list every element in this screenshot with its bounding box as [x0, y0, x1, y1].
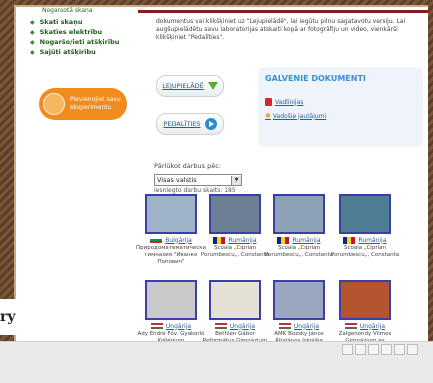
school-name: Scoala „Ciprian Porumbescu„, Constanta — [200, 245, 270, 258]
flag-icon — [214, 322, 227, 330]
experiment-icon — [43, 93, 65, 115]
school-name: Scoala „Ciprian Porumbescu„, Constanta — [330, 245, 400, 258]
submission-card[interactable]: Rumānija Scoala „Ciprian Porumbescu„, Con… — [329, 194, 401, 259]
upload-label: LEJUPIELĀDĒ — [162, 82, 204, 90]
play-icon — [204, 118, 217, 130]
country-link[interactable]: Rumānija — [228, 237, 256, 244]
left-nav: ◆ Skati skaņu ◆ Skaties elektrību ◆ Noga… — [30, 17, 150, 57]
submission-card[interactable]: UngārijaBethlen Gábor Református Gimnázi… — [199, 280, 271, 345]
country-link[interactable]: Ungārija — [360, 323, 385, 330]
country-link[interactable]: Bulgārija — [165, 237, 192, 244]
upload-button[interactable]: LEJUPIELĀDĒ — [156, 75, 224, 97]
flag-icon — [343, 236, 356, 244]
control-button[interactable] — [368, 344, 379, 355]
flag-icon — [344, 322, 357, 330]
nav-item-sajuti-atskiribu[interactable]: ◆ Sajūti atšķirību — [30, 47, 150, 57]
leading-questions-link-label: Vadošie jautājumi — [272, 112, 327, 120]
bullet-icon: ◆ — [30, 18, 35, 26]
submission-count: Iesniegto darbu skaits: 185 — [154, 187, 236, 194]
school-name: Scoala „Ciprian Porumbescu„, Constanta — [264, 245, 334, 258]
bullet-icon: ◆ — [30, 48, 35, 56]
submission-card[interactable]: Rumānija Scoala „Ciprian Porumbescu„, Con… — [199, 194, 271, 259]
intro-text: dokumentus vai klikšķiniet uz "Lejupielā… — [156, 18, 406, 41]
country-filter-value: Visas valstis — [157, 176, 197, 184]
caption-row: Ungārija — [329, 322, 401, 330]
caption-row: Rumānija — [329, 236, 401, 244]
caption-row: Rumānija — [199, 236, 271, 244]
submission-thumbnail[interactable] — [209, 280, 261, 320]
nav-item-nogarso-atskiribu[interactable]: ◆ Nogaršo/ieti atšķirību — [30, 37, 150, 47]
add-experiment-label: Pievienojiet savu eksperimentu — [70, 96, 121, 111]
submission-thumbnail[interactable] — [273, 280, 325, 320]
submission-thumbnail[interactable] — [339, 280, 391, 320]
caption-row: Bulgārija — [135, 236, 207, 244]
filter-label: Pārlūkot darbus pēc: — [154, 162, 221, 170]
overlay-fragment-text: ry — [0, 309, 16, 325]
flag-icon — [277, 236, 290, 244]
nav-item-skaties-elektribu[interactable]: ◆ Skaties elektrību — [30, 27, 150, 37]
submission-card[interactable]: Bulgārija Природоматематическа гимназия "… — [135, 194, 207, 266]
school-name: Природоматематическа гимназия "Иванко По… — [136, 245, 206, 265]
browser-window: Nogarsotā skaņa ◆ Skati skaņu ◆ Skaties … — [14, 5, 428, 373]
guidelines-link[interactable]: Vadlīnijas — [265, 98, 303, 106]
nav-item-skati-skanu[interactable]: ◆ Skati skaņu — [30, 17, 150, 27]
country-link[interactable]: Ungārija — [230, 323, 255, 330]
country-filter-select[interactable]: Visas valstis ▼ — [154, 174, 242, 186]
submission-thumbnail[interactable] — [145, 194, 197, 234]
caption-row: Rumānija — [263, 236, 335, 244]
caption-row: Ungārija — [135, 322, 207, 330]
control-button[interactable] — [394, 344, 405, 355]
main-documents-panel: GALVENIE DOKUMENTI Vadlīnijas ✱ Vadošie … — [258, 67, 423, 147]
submission-card[interactable]: UngārijaAdy Endre Főv. Gyakorló Kollégiu… — [135, 280, 207, 345]
submission-card[interactable]: UngārijaÁMK Bozsky János Általános Iskol… — [263, 280, 335, 345]
nav-item-label: Skaties elektrību — [39, 28, 103, 36]
country-link[interactable]: Rumānija — [358, 237, 386, 244]
download-arrow-icon — [207, 82, 218, 90]
submission-thumbnail[interactable] — [273, 194, 325, 234]
flag-icon — [278, 322, 291, 330]
bottom-controls — [340, 344, 418, 355]
country-link[interactable]: Ungārija — [166, 323, 191, 330]
leading-questions-link[interactable]: ✱ Vadošie jautājumi — [265, 112, 326, 120]
submission-card[interactable]: Rumānija Scoala „Ciprian Porumbescu„, Con… — [263, 194, 335, 259]
submission-thumbnail[interactable] — [339, 194, 391, 234]
top-nav-truncated-item[interactable]: Nogarsotā skaņa — [42, 7, 93, 14]
country-link[interactable]: Rumānija — [292, 237, 320, 244]
pdf-icon — [265, 98, 272, 106]
control-button[interactable] — [407, 344, 418, 355]
control-button[interactable] — [342, 344, 353, 355]
bullet-icon: ◆ — [30, 38, 35, 46]
guidelines-link-label: Vadlīnijas — [275, 98, 304, 106]
nav-item-label: Sajūti atšķirību — [39, 48, 96, 56]
control-button[interactable] — [355, 344, 366, 355]
nav-item-label: Nogaršo/ieti atšķirību — [39, 38, 120, 46]
nav-item-label: Skati skaņu — [39, 18, 83, 26]
flag-icon — [150, 322, 163, 330]
star-icon: ✱ — [265, 112, 271, 120]
documents-title: GALVENIE DOKUMENTI — [265, 74, 366, 83]
submission-thumbnail[interactable] — [145, 280, 197, 320]
chevron-down-icon[interactable]: ▼ — [231, 175, 241, 185]
share-button[interactable]: PEDALĪTIES — [156, 113, 224, 135]
bullet-icon: ◆ — [30, 28, 35, 36]
header-red-line — [138, 10, 428, 13]
submission-thumbnail[interactable] — [209, 194, 261, 234]
overlay-fragment: ry — [0, 299, 30, 335]
country-link[interactable]: Ungārija — [294, 323, 319, 330]
flag-icon — [150, 236, 163, 244]
caption-row: Ungārija — [199, 322, 271, 330]
share-label: PEDALĪTIES — [163, 120, 201, 128]
add-experiment-button[interactable]: Pievienojiet savu eksperimentu — [39, 88, 127, 120]
caption-row: Ungārija — [263, 322, 335, 330]
control-button[interactable] — [381, 344, 392, 355]
flag-icon — [213, 236, 226, 244]
